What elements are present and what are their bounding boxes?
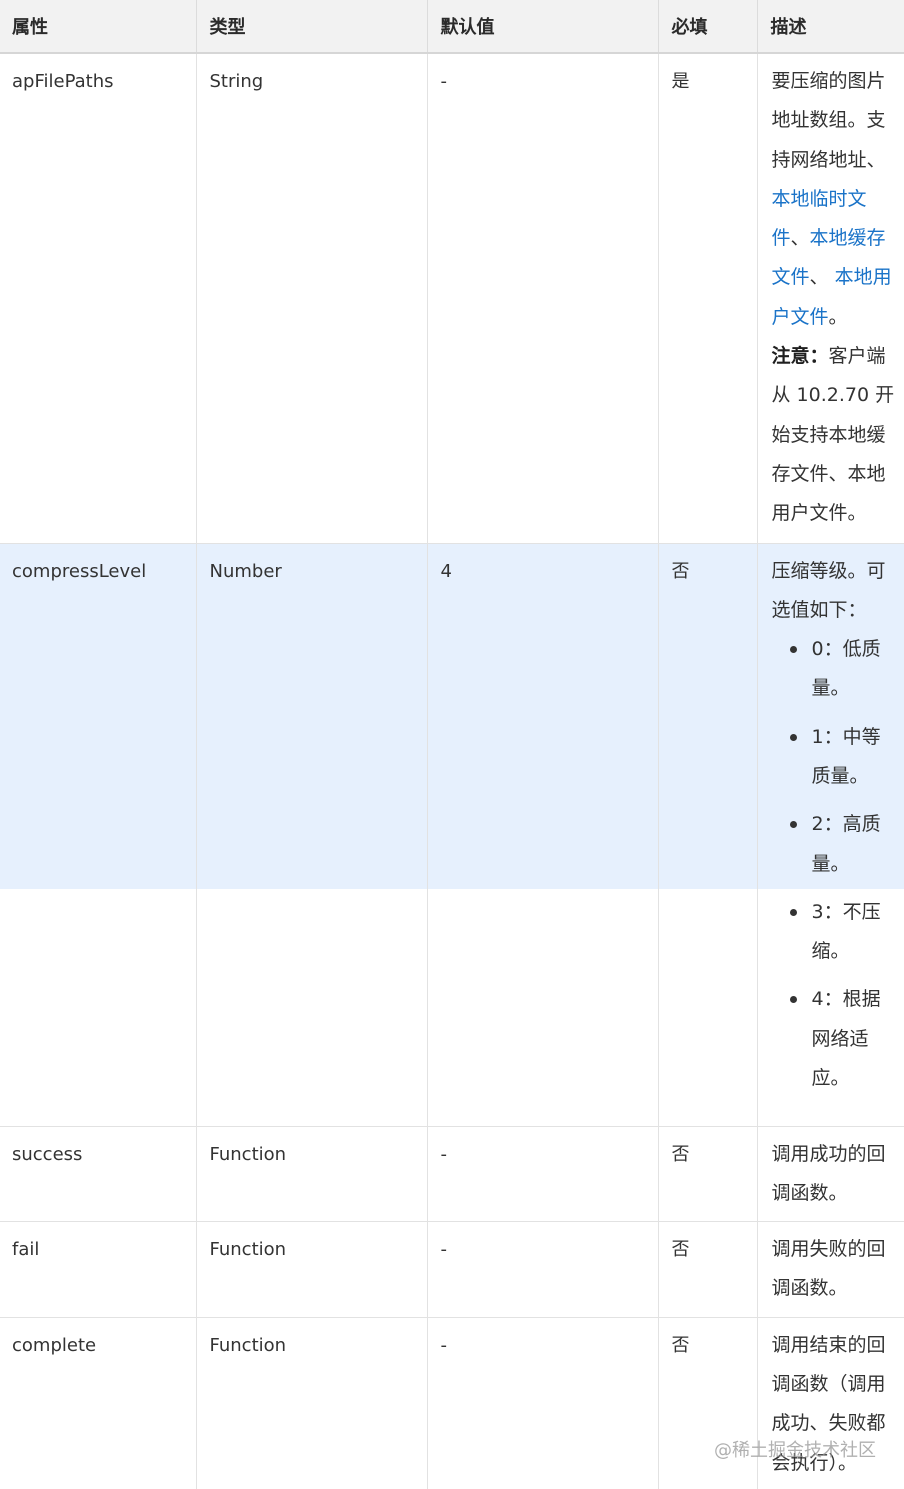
table-row: success Function - 否 调用成功的回调函数。 [0, 1126, 904, 1223]
note-text: 客户端从 10.2.70 开始支持本地缓存文件、本地用户文件。 [771, 345, 895, 525]
bullet-icon [789, 821, 797, 829]
param-type: Function [196, 1126, 428, 1223]
param-name: fail [0, 1221, 197, 1318]
desc-text: 要压缩的图片地址数组。支持网络地址、 [771, 70, 886, 171]
bullet-icon [789, 646, 797, 654]
note-label: 注意： [771, 345, 829, 368]
param-name: complete [0, 1317, 197, 1489]
table-header-row: 属性 类型 默认值 必填 描述 [0, 0, 904, 54]
param-default: - [427, 1126, 659, 1223]
bullet-icon [789, 908, 797, 916]
param-description: 调用失败的回调函数。 [757, 1221, 904, 1318]
header-type: 类型 [196, 0, 428, 54]
list-item: 3：不压缩。 [772, 893, 900, 972]
table-row: compressLevel Number 4 否 压缩等级。可选值如下： 0：低… [0, 543, 904, 1127]
param-required: 否 [658, 1317, 758, 1489]
param-name: compressLevel [0, 543, 197, 1127]
desc-end: 。 [828, 305, 848, 328]
desc-separator: 、 [790, 227, 810, 250]
option-text: 3：不压缩。 [811, 900, 881, 963]
param-type: Function [196, 1317, 428, 1489]
list-item: 0：低质量。 [772, 630, 900, 709]
param-type: Number [196, 543, 428, 1127]
param-description: 调用结束的回调函数（调用成功、失败都会执行）。 [757, 1317, 904, 1489]
table-row: apFilePaths String - 是 要压缩的图片地址数组。支持网络地址… [0, 53, 904, 544]
param-required: 否 [658, 543, 758, 1127]
params-table: 属性 类型 默认值 必填 描述 apFilePaths String - 是 要… [0, 0, 904, 1489]
param-default: - [427, 53, 659, 544]
param-default: 4 [427, 543, 659, 1127]
param-description: 调用成功的回调函数。 [757, 1126, 904, 1223]
param-name: success [0, 1126, 197, 1223]
watermark: @稀土掘金技术社区 [714, 1440, 876, 1461]
param-default: - [427, 1221, 659, 1318]
list-item: 2：高质量。 [772, 805, 900, 884]
table-row: fail Function - 否 调用失败的回调函数。 [0, 1221, 904, 1318]
header-required: 必填 [658, 0, 758, 54]
option-list: 0：低质量。 1：中等质量。 2：高质量。 3：不压缩。 4：根据网络适应。 [772, 630, 900, 1098]
option-text: 0：低质量。 [811, 638, 881, 700]
param-description: 压缩等级。可选值如下： 0：低质量。 1：中等质量。 2：高质量。 3：不压缩。… [757, 543, 904, 1127]
param-type: Function [196, 1221, 428, 1318]
table-row: complete Function - 否 调用结束的回调函数（调用成功、失败都… [0, 1317, 904, 1489]
option-text: 4：根据网络适应。 [811, 988, 881, 1090]
param-type: String [196, 53, 428, 544]
desc-intro: 压缩等级。可选值如下： [771, 559, 886, 621]
param-default: - [427, 1317, 659, 1489]
param-name: apFilePaths [0, 53, 197, 544]
param-description: 要压缩的图片地址数组。支持网络地址、本地临时文件、本地缓存文件、 本地用户文件。… [757, 53, 904, 544]
option-text: 1：中等质量。 [811, 725, 881, 787]
param-required: 是 [658, 53, 758, 544]
desc-separator: 、 [809, 266, 835, 289]
param-required: 否 [658, 1126, 758, 1223]
param-required: 否 [658, 1221, 758, 1318]
bullet-icon [789, 733, 797, 741]
header-default: 默认值 [427, 0, 659, 54]
bullet-icon [789, 996, 797, 1004]
option-text: 2：高质量。 [811, 813, 881, 875]
list-item: 4：根据网络适应。 [772, 980, 900, 1098]
list-item: 1：中等质量。 [772, 718, 900, 797]
header-attribute: 属性 [0, 0, 197, 54]
header-description: 描述 [757, 0, 904, 54]
